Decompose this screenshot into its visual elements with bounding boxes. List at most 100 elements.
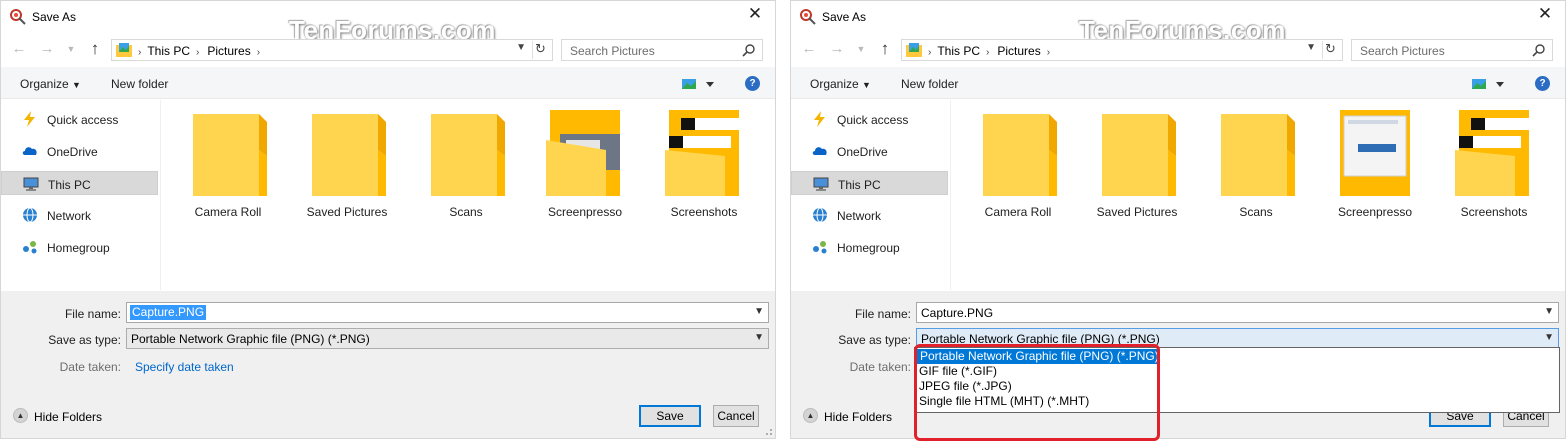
- resize-grip-icon[interactable]: [763, 426, 773, 436]
- address-bar[interactable]: › This PC › Pictures › ▼ ↻: [111, 39, 553, 61]
- sidebar-item-label: Network: [837, 209, 882, 223]
- folder-item[interactable]: Screenpresso: [530, 110, 640, 222]
- up-arrow-icon[interactable]: ↑: [86, 40, 104, 58]
- chevron-up-icon: ▲: [13, 408, 28, 423]
- folder-with-thumbnail-icon: [546, 110, 620, 196]
- forward-arrow-icon[interactable]: →: [38, 40, 56, 58]
- breadcrumb-chevron-icon[interactable]: ›: [196, 47, 199, 58]
- dropdown-option-jpg[interactable]: JPEG file (*.JPG): [915, 379, 1559, 394]
- breadcrumb-item[interactable]: Pictures: [207, 44, 250, 58]
- breadcrumb-item[interactable]: Pictures: [997, 44, 1040, 58]
- folder-item[interactable]: Screenshots: [649, 110, 759, 222]
- breadcrumb-item[interactable]: This PC: [147, 44, 190, 58]
- chevron-down-icon: ▼: [862, 80, 871, 90]
- sidebar-item-onedrive[interactable]: OneDrive: [791, 139, 948, 163]
- close-icon[interactable]: ✕: [745, 5, 765, 25]
- save-as-dialog-left: Save As TenForums.com ✕ ← → ▼ ↑ › This PC…: [0, 0, 776, 439]
- new-folder-button[interactable]: New folder: [111, 77, 168, 91]
- breadcrumb-chevron-icon[interactable]: ›: [138, 47, 141, 58]
- specify-date-taken-link[interactable]: Specify date taken: [135, 360, 234, 374]
- folder-icon: [1221, 114, 1295, 196]
- folder-item[interactable]: Saved Pictures: [1082, 110, 1192, 222]
- address-bar[interactable]: › This PC › Pictures › ▼ ↻: [901, 39, 1343, 61]
- sidebar-item-this-pc[interactable]: This PC: [1, 171, 158, 195]
- search-input[interactable]: Search Pictures: [561, 39, 763, 61]
- dropdown-option-png[interactable]: Portable Network Graphic file (PNG) (*.P…: [916, 349, 1159, 364]
- sidebar-item-network[interactable]: Network: [791, 203, 948, 227]
- breadcrumb: › This PC › Pictures ›: [928, 44, 1058, 58]
- save-as-type-select[interactable]: Portable Network Graphic file (PNG) (*.P…: [916, 328, 1559, 349]
- forward-arrow-icon[interactable]: →: [828, 40, 846, 58]
- back-arrow-icon[interactable]: ←: [800, 40, 818, 58]
- file-name-field[interactable]: Capture.PNG ▼: [916, 302, 1559, 323]
- recent-locations-chevron-icon[interactable]: ▼: [62, 40, 80, 58]
- cloud-icon: [22, 147, 37, 155]
- organize-button[interactable]: Organize ▼: [20, 77, 81, 91]
- folder-item[interactable]: Screenshots: [1439, 110, 1549, 222]
- sidebar-item-label: Quick access: [837, 113, 909, 127]
- organize-button[interactable]: Organize ▼: [810, 77, 871, 91]
- sidebar-item-label: OneDrive: [47, 145, 98, 159]
- folder-label: Screenpresso: [547, 205, 623, 219]
- folder-label: Screenshots: [1460, 205, 1528, 219]
- breadcrumb-chevron-icon[interactable]: ›: [1047, 47, 1050, 58]
- file-name-field[interactable]: Capture.PNG ▼: [126, 302, 769, 323]
- window-title: Save As: [822, 10, 867, 24]
- change-view-icon[interactable]: [682, 76, 716, 92]
- file-name-label: File name:: [854, 307, 911, 321]
- refresh-icon[interactable]: ↻: [1322, 41, 1338, 59]
- breadcrumb-item[interactable]: This PC: [937, 44, 980, 58]
- folder-item[interactable]: Camera Roll: [173, 110, 283, 222]
- back-arrow-icon[interactable]: ←: [10, 40, 28, 58]
- save-as-type-select[interactable]: Portable Network Graphic file (PNG) (*.P…: [126, 328, 769, 349]
- breadcrumb: › This PC › Pictures ›: [138, 44, 268, 58]
- folder-icon: [1102, 114, 1176, 196]
- up-arrow-icon[interactable]: ↑: [876, 40, 894, 58]
- sidebar-item-label: Quick access: [47, 113, 119, 127]
- sidebar-item-this-pc[interactable]: This PC: [791, 171, 948, 195]
- folder-with-thumbnail-icon: [665, 110, 739, 196]
- sidebar-item-onedrive[interactable]: OneDrive: [1, 139, 158, 163]
- organize-label: Organize: [20, 77, 69, 91]
- breadcrumb-chevron-icon[interactable]: ›: [257, 47, 260, 58]
- address-dropdown-icon[interactable]: ▼: [516, 42, 526, 53]
- folder-item[interactable]: Camera Roll: [963, 110, 1073, 222]
- refresh-icon[interactable]: ↻: [532, 41, 548, 59]
- dropdown-option-mht[interactable]: Single file HTML (MHT) (*.MHT): [915, 394, 1559, 409]
- breadcrumb-chevron-icon[interactable]: ›: [986, 47, 989, 58]
- sidebar-item-homegroup[interactable]: Homegroup: [1, 235, 158, 259]
- chevron-down-icon[interactable]: ▼: [1544, 332, 1554, 343]
- help-icon[interactable]: ?: [1535, 76, 1550, 91]
- address-dropdown-icon[interactable]: ▼: [1306, 42, 1316, 53]
- recent-locations-chevron-icon[interactable]: ▼: [852, 40, 870, 58]
- navigation-bar: ← → ▼ ↑ › This PC › Pictures › ▼ ↻ Search Pi…: [791, 35, 1565, 65]
- sidebar-item-quick-access[interactable]: Quick access: [1, 107, 158, 131]
- close-icon[interactable]: ✕: [1535, 5, 1555, 25]
- sidebar-item-network[interactable]: Network: [1, 203, 158, 227]
- folder-item[interactable]: Screenpresso: [1320, 110, 1430, 222]
- help-icon[interactable]: ?: [745, 76, 760, 91]
- chevron-down-icon[interactable]: ▼: [754, 332, 764, 343]
- search-input[interactable]: Search Pictures: [1351, 39, 1553, 61]
- computer-icon: [23, 177, 39, 191]
- folder-item[interactable]: Scans: [411, 110, 521, 222]
- search-icon: [1532, 44, 1545, 57]
- sidebar-item-quick-access[interactable]: Quick access: [791, 107, 948, 131]
- sidebar-item-label: This PC: [838, 178, 881, 192]
- chevron-down-icon[interactable]: ▼: [1544, 306, 1554, 317]
- folder-label: Camera Roll: [194, 205, 262, 219]
- sidebar-item-homegroup[interactable]: Homegroup: [791, 235, 948, 259]
- lightning-icon: [814, 111, 825, 127]
- chevron-down-icon[interactable]: ▼: [754, 306, 764, 317]
- folder-item[interactable]: Saved Pictures: [292, 110, 402, 222]
- homegroup-icon: [813, 241, 827, 254]
- breadcrumb-chevron-icon[interactable]: ›: [928, 47, 931, 58]
- new-folder-button[interactable]: New folder: [901, 77, 958, 91]
- cancel-button[interactable]: Cancel: [713, 405, 759, 427]
- folder-icon: [312, 114, 386, 196]
- change-view-icon[interactable]: [1472, 76, 1506, 92]
- save-button[interactable]: Save: [639, 405, 701, 427]
- dropdown-option-gif[interactable]: GIF file (*.GIF): [915, 364, 1559, 379]
- pictures-folder-icon: [906, 43, 922, 57]
- folder-item[interactable]: Scans: [1201, 110, 1311, 222]
